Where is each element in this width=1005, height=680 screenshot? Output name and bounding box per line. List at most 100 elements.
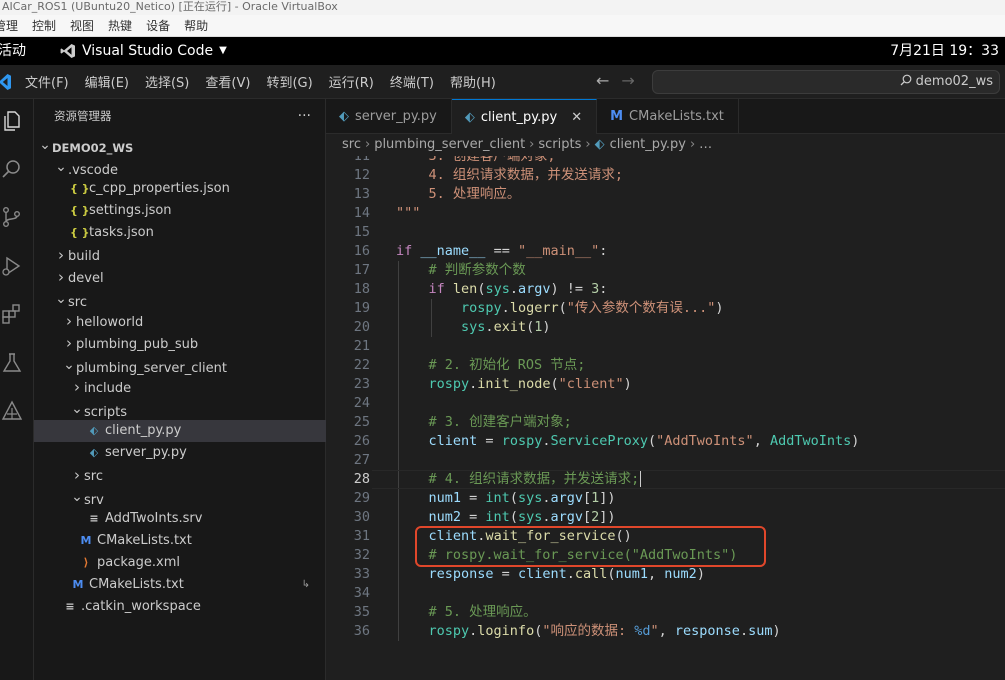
menu-bar: 文件(F) 编辑(E) 选择(S) 查看(V) 转到(G) 运行(R) 终端(T… bbox=[25, 72, 512, 91]
vbox-menu-help[interactable]: 帮助 bbox=[184, 15, 208, 36]
tree-item[interactable]: { }c_cpp_properties.json bbox=[34, 178, 326, 200]
menu-help[interactable]: 帮助(H) bbox=[450, 72, 496, 91]
tree-item[interactable]: ≡ .catkin_workspace bbox=[34, 596, 326, 618]
search-icon[interactable] bbox=[0, 157, 24, 181]
menu-selection[interactable]: 选择(S) bbox=[145, 72, 189, 91]
code-token: rospy bbox=[428, 623, 470, 639]
menu-terminal[interactable]: 终端(T) bbox=[390, 72, 434, 91]
vbox-menu-manage[interactable]: 管理 bbox=[0, 15, 18, 36]
vbox-window-title: AICar_ROS1 (UBuntu20_Netico) [正在运行] - Or… bbox=[0, 0, 1005, 15]
code-token: ) bbox=[542, 319, 551, 335]
breadcrumb-symbol[interactable]: … bbox=[699, 137, 712, 152]
navigation-arrows: ← → bbox=[596, 71, 635, 90]
menu-edit[interactable]: 编辑(E) bbox=[85, 72, 129, 91]
tree-item[interactable]: ⬖ client_py.py bbox=[34, 420, 326, 442]
tree-item[interactable]: ⟩ package.xml bbox=[34, 552, 326, 574]
code-token: # 3. 创建客户端对象; bbox=[428, 414, 572, 430]
code-token: ) bbox=[772, 623, 781, 639]
code-token: client bbox=[428, 433, 478, 449]
tree-item[interactable]: › include bbox=[34, 376, 326, 398]
forward-arrow-icon[interactable]: → bbox=[621, 71, 634, 90]
extensions-icon[interactable] bbox=[0, 302, 24, 326]
tree-item[interactable]: › devel bbox=[34, 266, 326, 288]
breadcrumb-file[interactable]: client_py.py bbox=[610, 137, 686, 152]
json-file-icon: { } bbox=[70, 204, 90, 217]
back-arrow-icon[interactable]: ← bbox=[596, 71, 609, 90]
tree-item-label: DEMO02_WS bbox=[52, 141, 134, 155]
vbox-menu-control[interactable]: 控制 bbox=[32, 15, 56, 36]
code-token: sys bbox=[517, 509, 543, 525]
code-token: # 判断参数个数 bbox=[428, 262, 526, 278]
tree-item[interactable]: ⌄src bbox=[34, 288, 326, 310]
source-control-icon[interactable] bbox=[0, 205, 24, 229]
close-tab-icon[interactable]: ✕ bbox=[571, 100, 582, 135]
code-text: num1 = int(sys.argv[1]) bbox=[396, 489, 616, 508]
app-menu-button[interactable]: Visual Studio Code ▼ bbox=[60, 37, 227, 65]
py-file-icon: ⬖ bbox=[89, 446, 99, 459]
breadcrumb-scripts[interactable]: scripts bbox=[538, 137, 581, 152]
menu-run[interactable]: 运行(R) bbox=[329, 72, 374, 91]
vbox-menu-view[interactable]: 视图 bbox=[70, 15, 94, 36]
command-center-search[interactable]: demo02_ws bbox=[652, 70, 1000, 94]
run-debug-icon[interactable] bbox=[0, 254, 24, 278]
code-token: () bbox=[615, 528, 632, 544]
app-name: Visual Studio Code bbox=[82, 43, 214, 59]
python-file-icon: ⬖ bbox=[339, 109, 349, 124]
testing-flask-icon[interactable] bbox=[0, 351, 24, 375]
breadcrumb-package[interactable]: plumbing_server_client bbox=[374, 137, 525, 152]
tree-item-label: helloworld bbox=[76, 315, 144, 330]
tree-item[interactable]: ⌄.vscode bbox=[34, 156, 326, 178]
code-line: 14 """ bbox=[326, 204, 1005, 223]
code-text: """ bbox=[396, 204, 420, 223]
code-token: """ bbox=[396, 205, 421, 221]
tree-item[interactable]: ⌄plumbing_server_client bbox=[34, 354, 326, 376]
tab-client-py[interactable]: ⬖ client_py.py ✕ bbox=[451, 99, 598, 135]
tree-item[interactable]: ⬖ server_py.py bbox=[34, 442, 326, 464]
code-token: ( bbox=[550, 376, 559, 392]
code-token: # 5. 处理响应。 bbox=[428, 604, 537, 620]
cmake-file-icon: M bbox=[610, 109, 624, 124]
code-token: ( bbox=[509, 490, 518, 506]
code-token: ]) bbox=[599, 509, 616, 525]
code-text: if __name__ == "__main__": bbox=[396, 242, 607, 261]
tree-item-label: devel bbox=[68, 271, 104, 286]
code-text: # 5. 处理响应。 bbox=[396, 603, 537, 622]
tree-item[interactable]: › helloworld bbox=[34, 310, 326, 332]
tree-item[interactable]: ≡ AddTwoInts.srv bbox=[34, 508, 326, 530]
code-text: # 判断参数个数 bbox=[396, 261, 526, 280]
tree-item-label: tasks.json bbox=[89, 225, 154, 240]
code-token: ) != bbox=[550, 281, 592, 297]
tab-cmakelists[interactable]: M CMakeLists.txt bbox=[597, 99, 739, 134]
tree-item[interactable]: › build bbox=[34, 244, 326, 266]
menu-file[interactable]: 文件(F) bbox=[25, 72, 69, 91]
code-token: . bbox=[485, 319, 494, 335]
breadcrumb-src[interactable]: src bbox=[342, 137, 361, 152]
code-editor[interactable]: 11 3. 创建客户端对象; 12 4. 组织请求数据，并发送请求; 13 5. 处… bbox=[326, 156, 1005, 680]
tree-item[interactable]: { }tasks.json bbox=[34, 222, 326, 244]
vbox-menu-hotkey[interactable]: 热键 bbox=[108, 15, 132, 36]
menu-go[interactable]: 转到(G) bbox=[266, 72, 312, 91]
code-token: loginfo bbox=[477, 623, 535, 639]
explorer-icon[interactable] bbox=[0, 109, 24, 133]
tree-item[interactable]: ⌄scripts bbox=[34, 398, 326, 420]
more-actions-icon[interactable]: ··· bbox=[298, 99, 311, 133]
tree-item[interactable]: › plumbing_pub_sub bbox=[34, 332, 326, 354]
menu-view[interactable]: 查看(V) bbox=[205, 72, 250, 91]
clock[interactable]: 7月21日 19：33 bbox=[890, 37, 999, 65]
tree-item[interactable]: M CMakeLists.txt bbox=[34, 530, 326, 552]
ros-extension-icon[interactable] bbox=[0, 399, 24, 423]
code-token: ( bbox=[509, 509, 518, 525]
line-number: 28 bbox=[353, 471, 370, 487]
tree-item[interactable]: { }settings.json bbox=[34, 200, 326, 222]
tree-item[interactable]: M CMakeLists.txt ↳ bbox=[34, 574, 326, 596]
code-token: [ bbox=[583, 490, 592, 506]
code-token: "响应的数据: bbox=[542, 623, 635, 639]
vbox-menu-devices[interactable]: 设备 bbox=[146, 15, 170, 36]
tree-item[interactable]: › src bbox=[34, 464, 326, 486]
code-line: 15 bbox=[326, 223, 1005, 242]
tree-item[interactable]: ⌄DEMO02_WS bbox=[34, 134, 326, 156]
tree-item[interactable]: ⌄srv bbox=[34, 486, 326, 508]
activities-button[interactable]: 活动 bbox=[0, 37, 26, 65]
tab-server-py[interactable]: ⬖ server_py.py bbox=[326, 99, 452, 134]
